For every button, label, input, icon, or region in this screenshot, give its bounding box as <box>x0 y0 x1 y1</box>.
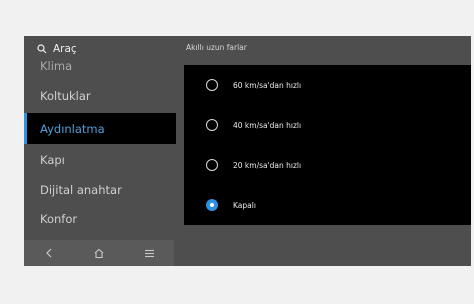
radio-checked-icon[interactable] <box>206 199 218 211</box>
home-icon <box>94 248 104 258</box>
option-kapali[interactable]: Kapalı <box>184 185 471 225</box>
sidebar-item-koltuklar[interactable]: Koltuklar <box>24 83 174 109</box>
options-panel: 60 km/sa'dan hızlı 40 km/sa'dan hızlı 20… <box>184 65 471 225</box>
sidebar-item-aydinlatma[interactable]: Aydınlatma <box>24 113 176 144</box>
option-label: 60 km/sa'dan hızlı <box>233 80 302 90</box>
option-20-kmh[interactable]: 20 km/sa'dan hızlı <box>184 145 471 185</box>
sidebar-item-label: Aydınlatma <box>40 121 105 136</box>
menu-button[interactable] <box>134 240 164 266</box>
sidebar-item-klima[interactable]: Klima <box>24 54 174 78</box>
sidebar-item-konfor[interactable]: Konfor <box>24 206 174 232</box>
option-label: 40 km/sa'dan hızlı <box>233 120 302 130</box>
panel-title: Akıllı uzun farlar <box>186 43 247 52</box>
sidebar-item-label: Kapı <box>40 153 65 167</box>
sidebar-item-dijital-anahtar[interactable]: Dijital anahtar <box>24 177 174 203</box>
option-label: 20 km/sa'dan hızlı <box>233 160 302 170</box>
home-button[interactable] <box>84 240 114 266</box>
bottom-nav-bar <box>24 240 174 266</box>
settings-screen: Araç Klima Koltuklar Aydınlatma Kapı Dij… <box>24 36 471 266</box>
menu-icon <box>144 249 154 257</box>
radio-unchecked-icon[interactable] <box>206 159 218 171</box>
back-button[interactable] <box>34 240 64 266</box>
option-label: Kapalı <box>233 200 256 210</box>
option-40-kmh[interactable]: 40 km/sa'dan hızlı <box>184 105 471 145</box>
option-60-kmh[interactable]: 60 km/sa'dan hızlı <box>184 65 471 105</box>
sidebar-item-label: Koltuklar <box>40 89 91 103</box>
back-icon <box>46 248 52 258</box>
sidebar: Araç Klima Koltuklar Aydınlatma Kapı Dij… <box>24 36 176 240</box>
search-icon <box>37 44 47 54</box>
sidebar-item-label: Konfor <box>40 212 78 226</box>
sidebar-item-label: Klima <box>40 59 73 73</box>
radio-unchecked-icon[interactable] <box>206 119 218 131</box>
sidebar-item-label: Dijital anahtar <box>40 183 122 197</box>
radio-unchecked-icon[interactable] <box>206 79 218 91</box>
sidebar-item-kapi[interactable]: Kapı <box>24 147 174 173</box>
